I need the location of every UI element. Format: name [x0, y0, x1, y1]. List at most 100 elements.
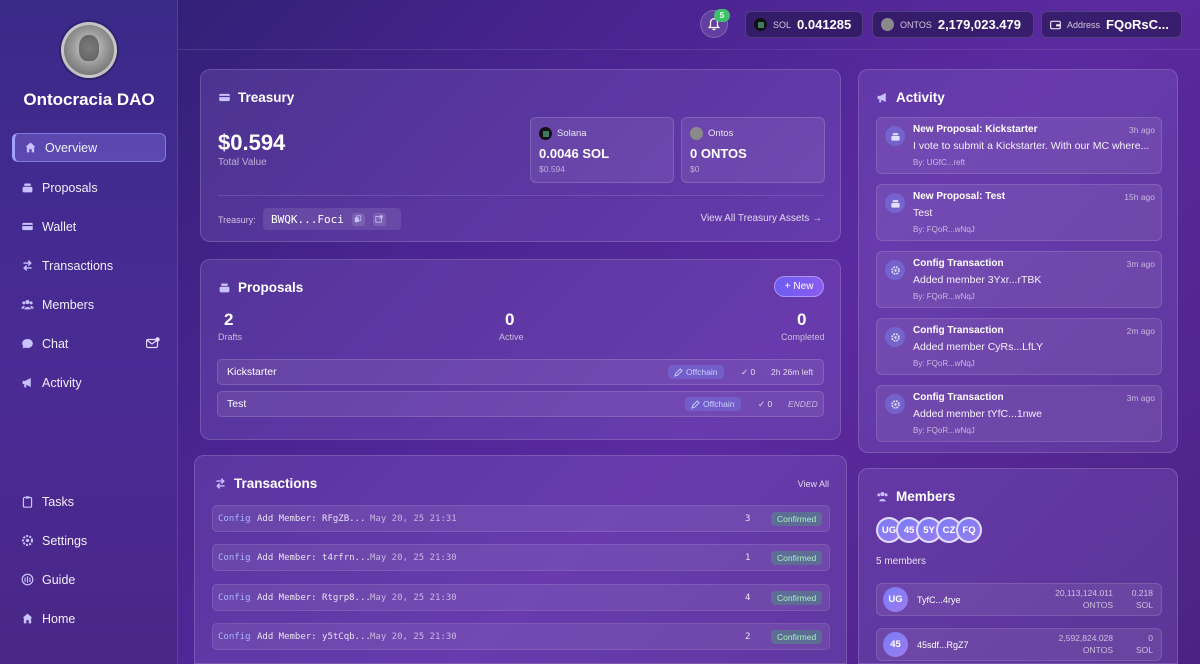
activity-time: 2m ago: [1126, 326, 1155, 336]
asset-usd: $0.594: [539, 164, 565, 174]
asset-card-ontos[interactable]: Ontos 0 ONTOS $0: [681, 117, 825, 183]
ontos-amount: 2,592,824.028: [1058, 633, 1113, 643]
member-row[interactable]: UG TyfC...4rye 20,113,124.011 ONTOS 0.21…: [876, 583, 1162, 616]
activity-body: Added member CyRs...LfLY: [913, 341, 1043, 353]
users-icon: [877, 492, 888, 502]
arrows-icon: [20, 259, 34, 273]
sidebar-item-overview[interactable]: Overview: [12, 133, 166, 162]
avatar: UG: [883, 587, 908, 612]
pencil-icon: [674, 367, 683, 377]
sidebar: Ontocracia DAO Overview Proposals Wallet…: [0, 0, 178, 664]
sidebar-item-tasks[interactable]: Tasks: [12, 487, 166, 516]
sol-balance-pill[interactable]: SOL 0.041285: [745, 11, 863, 38]
transaction-row[interactable]: Config Add Member: y5tCqb... May 20, 25 …: [212, 623, 830, 650]
asset-card-solana[interactable]: Solana 0.0046 SOL $0.594: [530, 117, 674, 183]
dao-logo[interactable]: [61, 22, 117, 78]
avatar[interactable]: FQ: [956, 517, 982, 543]
external-link-icon[interactable]: [372, 212, 386, 226]
activity-item[interactable]: Config Transaction 2m ago Added member C…: [876, 318, 1162, 375]
stack-icon: [219, 283, 230, 293]
new-proposal-label: New: [793, 281, 814, 292]
view-all-transactions-link[interactable]: View All: [798, 479, 829, 489]
activity-item[interactable]: New Proposal: Kickstarter 3h ago I vote …: [876, 117, 1162, 174]
ontos-icon: [690, 127, 703, 140]
activity-author: By: FQoR...wNqJ: [913, 426, 975, 435]
member-sol-balance: 0 SOL: [1136, 632, 1153, 656]
activity-title-text: New Proposal: Test: [913, 191, 1006, 202]
view-all-treasury-link[interactable]: View All Treasury Assets →: [700, 213, 822, 224]
tx-type: Config: [218, 553, 251, 563]
activity-author: By: UGfC...reft: [913, 158, 966, 167]
vote-count: ✓ 0: [758, 398, 773, 409]
sol-value: 0.041285: [797, 17, 852, 32]
users-icon: [20, 298, 34, 312]
member-address: 45sdf...RgZ7: [917, 640, 969, 650]
activity-item[interactable]: Config Transaction 3m ago Added member 3…: [876, 251, 1162, 308]
ontos-label: ONTOS: [900, 19, 932, 30]
treasury-card: Treasury $0.594 Total Value Solana 0.004…: [200, 69, 841, 242]
copy-icon[interactable]: [351, 212, 365, 226]
member-row[interactable]: 45 45sdf...RgZ7 2,592,824.028 ONTOS 0 SO…: [876, 628, 1162, 661]
sidebar-item-label: Activity: [42, 375, 82, 390]
treasury-total: $0.594: [218, 130, 286, 155]
solana-icon: [754, 18, 767, 31]
transaction-row[interactable]: Config Add Member: Rtgrp8... May 20, 25 …: [212, 584, 830, 611]
activity-title: Activity: [896, 90, 945, 105]
transaction-row[interactable]: Config Add Member: t4rfrn... May 20, 25 …: [212, 544, 830, 571]
sidebar-item-transactions[interactable]: Transactions: [12, 251, 166, 280]
asset-name: Ontos: [708, 128, 734, 139]
ontos-icon: [881, 18, 894, 31]
asset-name: Solana: [557, 128, 587, 139]
treasury-address-label: Treasury:: [218, 215, 256, 225]
activity-author: By: FQoR...wNqJ: [913, 359, 975, 368]
members-title: Members: [896, 489, 956, 504]
sidebar-item-chat[interactable]: Chat: [12, 329, 166, 358]
drafts-label: Drafts: [218, 332, 243, 342]
activity-time: 3m ago: [1126, 393, 1155, 403]
proposal-row[interactable]: Test Offchain ✓ 0 ENDED: [217, 391, 824, 417]
wallet-icon: [219, 93, 230, 102]
sidebar-item-settings[interactable]: Settings: [12, 526, 166, 555]
ontos-balance-pill[interactable]: ONTOS 2,179,023.479: [872, 11, 1034, 38]
transaction-row[interactable]: Config Add Member: RFgZB... May 20, 25 2…: [212, 505, 830, 532]
active-label: Active: [499, 332, 524, 342]
member-sol-balance: 0.218 SOL: [1132, 587, 1153, 611]
sidebar-item-activity[interactable]: Activity: [12, 368, 166, 397]
sidebar-item-home[interactable]: Home: [12, 604, 166, 633]
activity-time: 3h ago: [1129, 125, 1155, 135]
tx-description: Add Member: t4rfrn...: [257, 553, 371, 563]
transactions-card: Transactions View All Config Add Member:…: [194, 455, 847, 664]
mail-notification-icon[interactable]: [146, 337, 160, 349]
asset-name-row: Solana: [539, 127, 587, 140]
sidebar-item-guide[interactable]: Guide: [12, 565, 166, 594]
sol-label: SOL: [773, 19, 792, 30]
new-proposal-button[interactable]: + New: [774, 276, 824, 297]
sidebar-item-label: Chat: [42, 336, 69, 351]
asset-amount: 0 ONTOS: [690, 146, 747, 161]
member-avatars: UG 45 5Y CZ FQ: [876, 517, 982, 543]
address-pill[interactable]: Address FQoRsC...: [1041, 11, 1182, 38]
activity-item[interactable]: New Proposal: Test 15h ago Test By: FQoR…: [876, 184, 1162, 241]
activity-header: Activity: [876, 90, 945, 105]
proposals-header: Proposals: [218, 280, 303, 295]
proposal-name: Kickstarter: [227, 366, 277, 378]
member-address: TyfC...4rye: [917, 595, 961, 605]
member-count: 5 members: [876, 556, 927, 567]
home-icon: [23, 141, 37, 155]
activity-item[interactable]: Config Transaction 3m ago Added member t…: [876, 385, 1162, 442]
proposal-icon: [885, 126, 905, 146]
sidebar-item-wallet[interactable]: Wallet: [12, 212, 166, 241]
proposal-icon: [885, 193, 905, 213]
tx-description: Add Member: Rtgrp8...: [257, 593, 371, 603]
activity-title-text: Config Transaction: [913, 325, 1004, 336]
sidebar-item-members[interactable]: Members: [12, 290, 166, 319]
proposal-row[interactable]: Kickstarter Offchain ✓ 0 2h 26m left: [217, 359, 824, 385]
tx-approvals: 1: [745, 553, 751, 563]
sidebar-item-proposals[interactable]: Proposals: [12, 173, 166, 202]
tx-type: Config: [218, 632, 251, 642]
activity-title-text: Config Transaction: [913, 392, 1004, 403]
tx-approvals: 2: [745, 632, 751, 642]
status-badge: Confirmed: [771, 630, 823, 644]
chat-icon: [20, 337, 34, 351]
gear-icon: [20, 534, 34, 548]
